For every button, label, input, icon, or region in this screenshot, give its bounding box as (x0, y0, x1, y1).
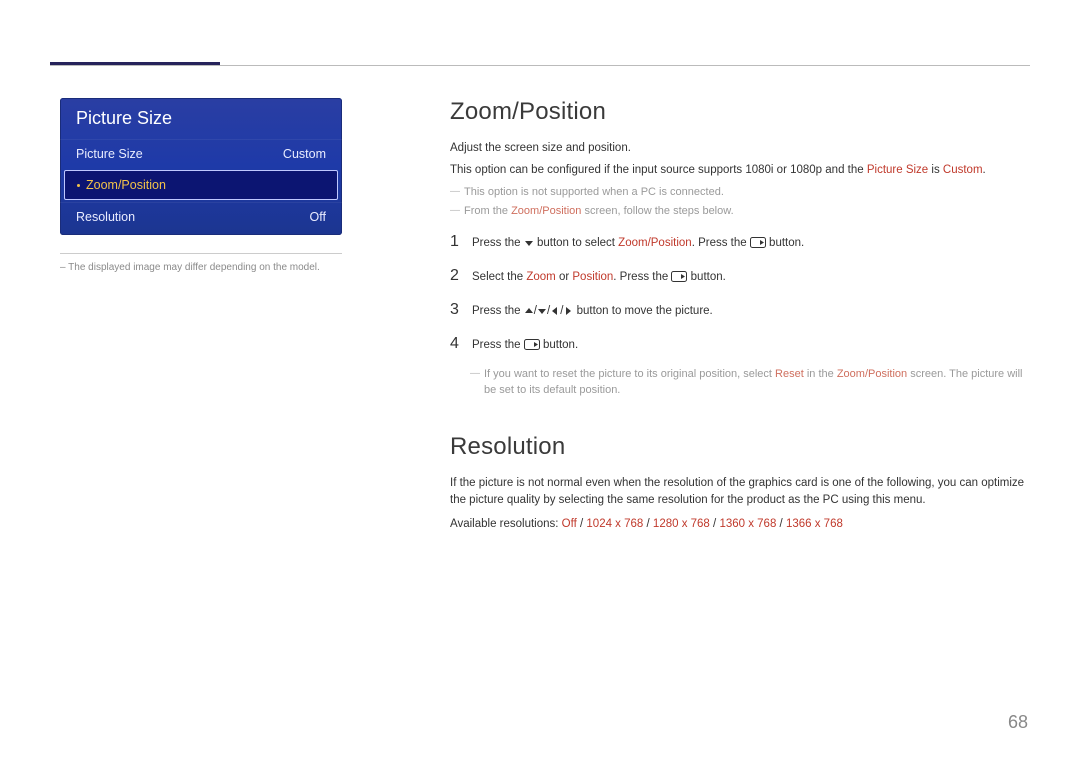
highlight: Picture Size (867, 164, 928, 176)
menu-row-value: Custom (283, 147, 326, 161)
sidebar: Picture Size Picture Size Custom Zoom/Po… (60, 98, 342, 273)
menu-row-picture-size[interactable]: Picture Size Custom (60, 139, 342, 168)
up-arrow-icon (524, 306, 534, 316)
enter-icon (524, 339, 540, 350)
highlight: 1366 x 768 (786, 518, 843, 530)
menu-row-value: Off (310, 210, 326, 224)
menu-row-label: Resolution (76, 210, 135, 224)
menu-title: Picture Size (60, 98, 342, 139)
enter-icon (671, 271, 687, 282)
highlight: Position (572, 271, 613, 283)
menu-card: Picture Size Picture Size Custom Zoom/Po… (60, 98, 342, 235)
menu-row-label: Zoom/Position (77, 178, 166, 192)
step-1: 1 Press the button to select Zoom/Positi… (450, 230, 1030, 254)
highlight: Zoom/Position (618, 237, 692, 249)
highlight: Off (562, 518, 577, 530)
resolution-options: Available resolutions: Off / 1024 x 768 … (450, 516, 1030, 534)
right-arrow-icon (563, 306, 573, 316)
resolution-body: If the picture is not normal even when t… (450, 475, 1030, 511)
highlight: Zoom (526, 271, 555, 283)
down-arrow-icon (537, 306, 547, 316)
highlight: 1280 x 768 (653, 518, 710, 530)
note-follow-steps: From the Zoom/Position screen, follow th… (464, 203, 1030, 220)
left-arrow-icon (550, 306, 560, 316)
image-disclaimer: – The displayed image may differ dependi… (60, 253, 342, 273)
step-number: 4 (450, 332, 472, 356)
step-3: 3 Press the /// button to move the pictu… (450, 298, 1030, 322)
intro-text: Adjust the screen size and position. (450, 140, 1030, 158)
step-4: 4 Press the button. (450, 332, 1030, 356)
highlight: 1024 x 768 (586, 518, 643, 530)
highlight: Reset (775, 368, 804, 380)
steps-list: 1 Press the button to select Zoom/Positi… (450, 230, 1030, 356)
step-2: 2 Select the Zoom or Position. Press the… (450, 264, 1030, 288)
bullet-icon (77, 184, 80, 187)
highlight: 1360 x 768 (719, 518, 776, 530)
content: Zoom/Position Adjust the screen size and… (450, 98, 1030, 538)
heading-zoom-position: Zoom/Position (450, 98, 1030, 126)
step-number: 3 (450, 298, 472, 322)
step-text: Select the Zoom or Position. Press the b… (472, 269, 726, 286)
step-text: Press the button. (472, 337, 578, 354)
enter-icon (750, 237, 766, 248)
header-rule (50, 65, 1030, 66)
config-text: This option can be configured if the inp… (450, 162, 1030, 180)
step-number: 1 (450, 230, 472, 254)
step-text: Press the /// button to move the picture… (472, 303, 713, 320)
highlight: Zoom/Position (837, 368, 907, 380)
heading-resolution: Resolution (450, 433, 1030, 461)
note-reset: If you want to reset the picture to its … (484, 366, 1030, 399)
menu-row-resolution[interactable]: Resolution Off (60, 202, 342, 235)
step-number: 2 (450, 264, 472, 288)
down-arrow-icon (524, 238, 534, 248)
highlight: Custom (943, 164, 983, 176)
menu-row-label: Picture Size (76, 147, 143, 161)
step-text: Press the button to select Zoom/Position… (472, 235, 804, 252)
resolution-section: Resolution If the picture is not normal … (450, 433, 1030, 534)
page-number: 68 (1008, 712, 1028, 733)
menu-row-zoom-position[interactable]: Zoom/Position (64, 170, 338, 200)
highlight: Zoom/Position (511, 205, 581, 217)
note-pc: This option is not supported when a PC i… (464, 184, 1030, 201)
